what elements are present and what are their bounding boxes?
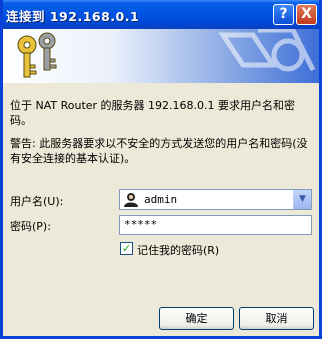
username-value: admin (144, 193, 178, 206)
dialog-title: 连接到 192.168.0.1 (6, 9, 140, 24)
close-button[interactable]: X (296, 4, 317, 25)
dialog-banner (3, 29, 319, 83)
password-field[interactable]: ***** (119, 215, 312, 235)
ok-button[interactable]: 确定 (159, 307, 234, 330)
help-button[interactable]: ? (273, 4, 294, 25)
banner-decoration (218, 29, 316, 72)
remember-password-label[interactable]: 记住我的密码(R) (137, 242, 219, 258)
chevron-down-icon[interactable]: ▼ (293, 190, 311, 209)
title-bar: 连接到 192.168.0.1 ? X (3, 0, 319, 29)
remember-password-checkbox[interactable]: ✓ (120, 242, 133, 255)
username-label: 用户名(U): (10, 195, 64, 208)
user-icon (124, 193, 138, 207)
keys-icon (17, 32, 57, 78)
cancel-button[interactable]: 取消 (239, 307, 314, 330)
password-label: 密码(P): (10, 220, 51, 233)
username-combobox[interactable]: admin ▼ (119, 189, 312, 210)
security-warning: 警告: 此服务器要求以不安全的方式发送您的用户名和密码(没有安全连接的基本认证)… (10, 137, 308, 165)
login-dialog: 连接到 192.168.0.1 ? X 位于 NAT Router 的服务器 1… (0, 0, 322, 339)
server-message: 位于 NAT Router 的服务器 192.168.0.1 要求用户名和密码。 (10, 99, 296, 127)
